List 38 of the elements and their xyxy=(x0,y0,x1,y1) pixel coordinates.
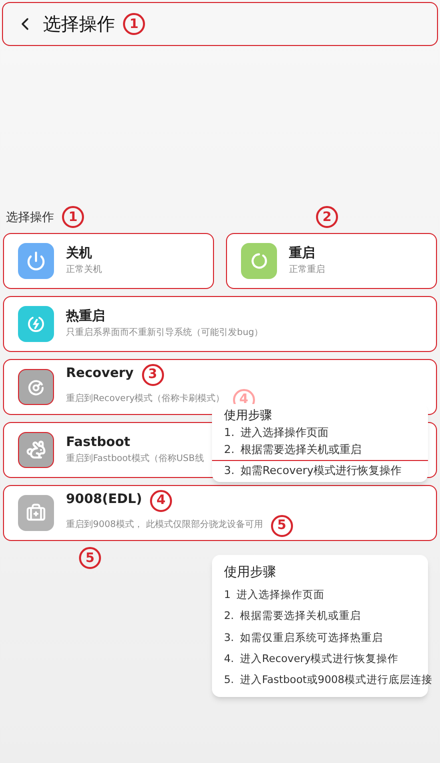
step-number: 3. xyxy=(224,632,234,645)
section-label: 选择操作 xyxy=(6,209,54,226)
step-number: 3. xyxy=(224,464,234,478)
action-title: 关机 xyxy=(66,246,92,262)
action-description: 重启到Recovery模式（俗称卡刷模式） xyxy=(66,394,225,406)
step-number: 1 xyxy=(224,589,231,602)
number-marker: 1 xyxy=(62,206,84,228)
number-marker: 5 xyxy=(270,514,293,536)
action-description: 重启到9008模式， 此模式仅限部分骁龙设备可用 xyxy=(66,520,263,532)
step-number: 1. xyxy=(224,426,234,440)
popup-title: 使用步骤 xyxy=(224,565,277,582)
step-text: 进入Fastboot或9008模式进行底层连接 xyxy=(240,674,432,687)
action-description: 重启到Fastboot模式（俗称USB线 xyxy=(66,454,204,466)
number-marker: 3 xyxy=(142,364,164,386)
number-marker: 5 xyxy=(79,547,101,569)
number-marker: 4 xyxy=(150,490,172,512)
action-title: 热重启 xyxy=(66,308,105,325)
step-number: 2. xyxy=(224,442,234,456)
step-text: 如需Recovery模式进行恢复操作 xyxy=(240,464,402,478)
page-title: 选择操作 xyxy=(43,12,115,36)
step-text: 根据需要选择关机或重启 xyxy=(240,442,362,456)
step-text: 根据需要选择关机或重启 xyxy=(240,610,362,624)
step-text: 如需仅重启系统可选择热重启 xyxy=(240,632,384,645)
action-title: 9008(EDL) xyxy=(66,492,142,509)
step-number: 2. xyxy=(224,610,234,624)
number-marker: 1 xyxy=(123,13,145,35)
action-title: Fastboot xyxy=(66,434,130,451)
action-description: 只重启系界面而不重新引导系统（可能引发bug） xyxy=(66,328,264,340)
step-text: 进入Recovery模式进行恢复操作 xyxy=(240,652,399,666)
step-text: 进入选择操作页面 xyxy=(240,426,328,440)
action-title: Recovery xyxy=(66,366,134,383)
step-number: 4. xyxy=(224,652,234,666)
action-description: 正常重启 xyxy=(289,265,325,276)
number-marker: 2 xyxy=(316,206,338,228)
step-number: 5. xyxy=(224,674,234,687)
action-description: 正常关机 xyxy=(66,265,102,276)
step-text: 进入选择操作页面 xyxy=(236,589,325,602)
action-title: 重启 xyxy=(289,246,315,262)
